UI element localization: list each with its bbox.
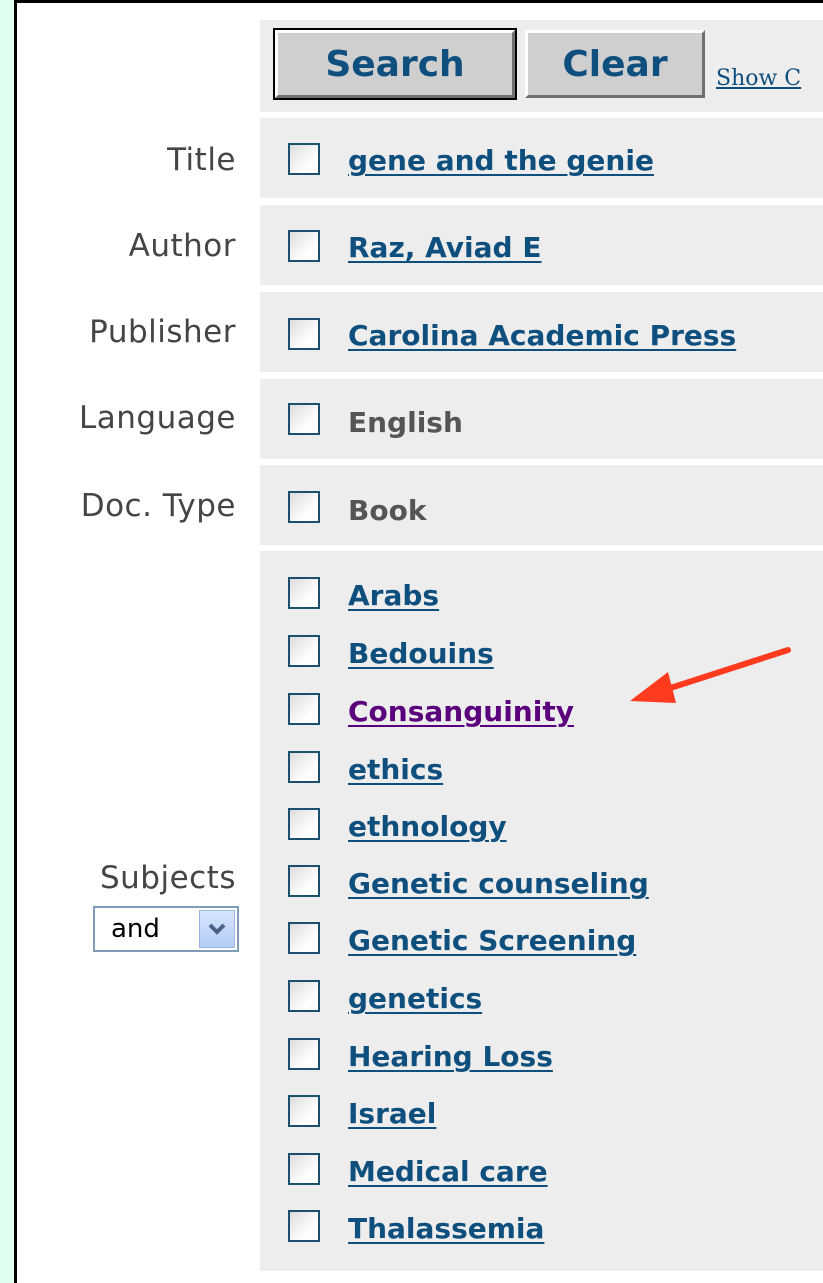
subject-checkbox[interactable]	[288, 1095, 320, 1127]
subject-link-ethics[interactable]: ethics	[348, 753, 443, 786]
doctype-value: Book	[348, 494, 427, 527]
subject-link-israel[interactable]: Israel	[348, 1097, 436, 1130]
subject-link-consanguinity[interactable]: Consanguinity	[348, 695, 574, 728]
doctype-checkbox[interactable]	[288, 491, 320, 523]
publisher-label: Publisher	[89, 314, 236, 350]
author-value-link[interactable]: Raz, Aviad E	[348, 231, 541, 264]
subject-link-medical-care[interactable]: Medical care	[348, 1155, 548, 1188]
dropdown-button[interactable]	[199, 910, 235, 948]
title-row: gene and the genie	[260, 118, 823, 198]
subject-link-arabs[interactable]: Arabs	[348, 579, 439, 612]
author-row: Raz, Aviad E	[260, 205, 823, 285]
subject-link-genetic-screening[interactable]: Genetic Screening	[348, 924, 636, 957]
subject-checkbox[interactable]	[288, 1210, 320, 1242]
subject-link-genetic-counseling[interactable]: Genetic counseling	[348, 867, 649, 900]
subject-link-genetics[interactable]: genetics	[348, 982, 482, 1015]
subject-link-hearing-loss[interactable]: Hearing Loss	[348, 1040, 553, 1073]
show-options-link[interactable]: Show C	[716, 66, 801, 91]
subject-checkbox[interactable]	[288, 577, 320, 609]
doctype-row: Book	[260, 465, 823, 545]
title-label: Title	[167, 142, 236, 178]
subject-checkbox[interactable]	[288, 693, 320, 725]
subject-checkbox[interactable]	[288, 922, 320, 954]
subject-link-thalassemia[interactable]: Thalassemia	[348, 1212, 544, 1245]
clear-button[interactable]: Clear	[525, 30, 705, 98]
subjects-operator-select[interactable]: and	[93, 906, 239, 952]
subject-link-bedouins[interactable]: Bedouins	[348, 637, 494, 670]
author-checkbox[interactable]	[288, 230, 320, 262]
subject-checkbox[interactable]	[288, 635, 320, 667]
language-value: English	[348, 406, 463, 439]
subject-checkbox[interactable]	[288, 865, 320, 897]
publisher-checkbox[interactable]	[288, 318, 320, 350]
subject-checkbox[interactable]	[288, 808, 320, 840]
language-label: Language	[79, 400, 236, 436]
annotation-arrow-icon	[630, 647, 791, 703]
language-row: English	[260, 379, 823, 459]
search-button[interactable]: Search	[273, 28, 517, 100]
doctype-label: Doc. Type	[80, 488, 236, 524]
chevron-down-icon	[208, 923, 226, 935]
subjects-label: Subjects	[99, 860, 236, 896]
language-checkbox[interactable]	[288, 403, 320, 435]
subject-checkbox[interactable]	[288, 1038, 320, 1070]
subjects-operator-value: and	[111, 914, 160, 944]
subject-checkbox[interactable]	[288, 751, 320, 783]
subject-link-ethnology[interactable]: ethnology	[348, 810, 507, 843]
author-label: Author	[128, 228, 236, 264]
title-checkbox[interactable]	[288, 143, 320, 175]
title-value-link[interactable]: gene and the genie	[348, 144, 654, 177]
publisher-row: Carolina Academic Press	[260, 292, 823, 372]
subject-checkbox[interactable]	[288, 1153, 320, 1185]
subject-checkbox[interactable]	[288, 980, 320, 1012]
publisher-value-link[interactable]: Carolina Academic Press	[348, 319, 736, 352]
